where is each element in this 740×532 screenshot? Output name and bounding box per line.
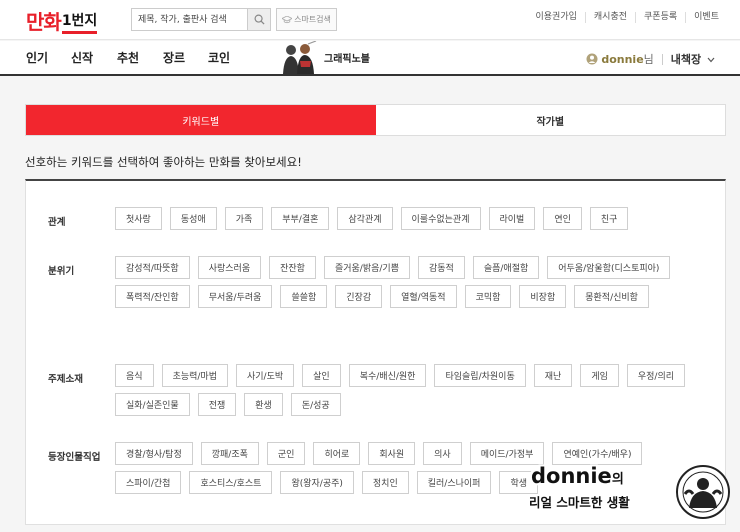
keyword-tag[interactable]: 동성애	[169, 207, 217, 230]
blog-watermark: donnie의 리얼 스마트한 생활	[527, 462, 733, 524]
link-event[interactable]: 이벤트	[685, 12, 727, 23]
keyword-tag[interactable]: 열혈/역동적	[390, 285, 457, 308]
keyword-tag[interactable]: 우정/의리	[626, 364, 686, 387]
watermark-suffix: 의	[611, 472, 624, 487]
keyword-tag[interactable]: 비장함	[519, 285, 567, 308]
category-label: 주제소재	[48, 374, 83, 385]
top-links: 이용권가입 캐시충전 쿠폰등록 이벤트	[528, 12, 728, 23]
link-coupon[interactable]: 쿠폰등록	[635, 12, 685, 23]
tab-keyword[interactable]: 키워드별	[26, 105, 376, 135]
keyword-tag[interactable]: 살인	[302, 364, 341, 387]
keyword-tag[interactable]: 긴장감	[335, 285, 383, 308]
keyword-tag[interactable]: 사랑스러움	[197, 256, 262, 279]
smart-search-button[interactable]: 스마트검색	[276, 8, 337, 31]
keyword-tag[interactable]: 삼각관계	[337, 207, 393, 230]
divider	[661, 53, 663, 65]
main-nav: 인기 신작 추천 장르 코인 그래픽노블 donnie 님 내책장	[0, 41, 740, 76]
tag-list: 첫사랑 동성애 가족 부부/결혼 삼각관계 이룰수없는관계 라이벌 연인 친구	[115, 207, 715, 230]
keyword-tag[interactable]: 킬러/스나이퍼	[416, 471, 492, 494]
keyword-tag[interactable]: 몽환적/신비함	[574, 285, 649, 308]
keyword-tag[interactable]: 친구	[589, 207, 629, 230]
keyword-tag[interactable]: 타임슬립/차원이동	[434, 364, 526, 387]
keyword-tag[interactable]: 군인	[266, 442, 306, 465]
keyword-tag[interactable]: 이룰수없는관계	[400, 207, 481, 230]
nav-recommend[interactable]: 추천	[117, 49, 139, 66]
watermark-subtitle: 리얼 스마트한 생활	[529, 495, 630, 510]
keyword-tag[interactable]: 쓸쓸함	[280, 285, 328, 308]
keyword-tag[interactable]: 게임	[580, 364, 619, 387]
keyword-tag[interactable]: 깡패/조폭	[200, 442, 259, 465]
keyword-tag[interactable]: 어두움/암울함(디스토피아)	[547, 256, 671, 279]
keyword-tag[interactable]: 환생	[244, 393, 283, 416]
search-tabs: 키워드별 작가별	[25, 104, 726, 136]
intro-text: 선호하는 키워드를 선택하여 좋아하는 만화를 찾아보세요!	[25, 155, 302, 169]
tag-list: 감성적/따뜻함 사랑스러움 잔잔함 즐거움/밝음/기쁨 감동적 슬픔/애절함 어…	[115, 256, 715, 308]
username[interactable]: donnie	[601, 53, 643, 66]
keyword-tag[interactable]: 감성적/따뜻함	[115, 256, 190, 279]
search-button[interactable]	[247, 9, 270, 30]
keyword-tag[interactable]: 호스티스/호스트	[189, 471, 273, 494]
keyword-tag[interactable]: 즐거움/밝음/기쁨	[323, 256, 410, 279]
keyword-tag[interactable]: 잔잔함	[269, 256, 316, 279]
user-avatar-icon	[586, 53, 598, 65]
mascot-badge-icon	[676, 465, 730, 519]
username-honorific: 님	[643, 53, 654, 66]
keyword-tag[interactable]: 가족	[224, 207, 264, 230]
keyword-tag[interactable]: 회사원	[368, 442, 416, 465]
keyword-tag[interactable]: 연인	[543, 207, 582, 230]
keyword-tag[interactable]: 첫사랑	[115, 207, 162, 230]
watermark-name: donnie	[531, 464, 612, 488]
site-logo[interactable]: 만화 1번지	[26, 6, 98, 34]
logo-text-sub: 1번지	[61, 11, 98, 34]
keyword-tag[interactable]: 초능력/마법	[161, 364, 228, 387]
keyword-tag[interactable]: 감동적	[418, 256, 465, 279]
keyword-tag[interactable]: 코믹함	[464, 285, 512, 308]
tab-author[interactable]: 작가별	[376, 105, 726, 135]
keyword-tag[interactable]: 라이벌	[488, 207, 536, 230]
keyword-tag[interactable]: 재난	[533, 364, 573, 387]
search-box	[131, 8, 271, 31]
category-label: 분위기	[48, 266, 75, 277]
link-subscribe[interactable]: 이용권가입	[528, 12, 585, 23]
keyword-tag[interactable]: 정치인	[361, 471, 409, 494]
nav-new[interactable]: 신작	[71, 49, 93, 66]
keyword-tag[interactable]: 부부/결혼	[271, 207, 330, 230]
nav-coin[interactable]: 코인	[208, 49, 230, 66]
graduation-cap-icon	[282, 15, 293, 23]
keyword-tag[interactable]: 실화/실존인물	[115, 393, 190, 416]
chevron-down-icon	[707, 57, 715, 63]
keyword-tag[interactable]: 전쟁	[197, 393, 237, 416]
smart-search-label: 스마트검색	[294, 15, 331, 24]
graphic-novel-label: 그래픽노블	[324, 54, 370, 65]
keyword-tag[interactable]: 무서움/두려움	[197, 285, 273, 308]
keyword-tag[interactable]: 돈/성공	[290, 393, 341, 416]
top-header: 만화 1번지 스마트검색 이용권가입 캐시충전 쿠폰등록 이벤트	[0, 0, 740, 40]
nav-popular[interactable]: 인기	[26, 49, 48, 66]
logo-text-main: 만화	[26, 10, 62, 34]
superhero-image	[278, 41, 318, 74]
search-input[interactable]	[132, 9, 246, 30]
main-content: 키워드별 작가별 선호하는 키워드를 선택하여 좋아하는 만화를 찾아보세요! …	[25, 104, 726, 525]
keyword-tag[interactable]: 의사	[423, 442, 462, 465]
category-label: 등장인물직업	[48, 452, 101, 463]
keyword-tag[interactable]: 음식	[115, 364, 154, 387]
bookshelf-link[interactable]: 내책장	[671, 51, 715, 67]
nav-genre[interactable]: 장르	[163, 49, 185, 66]
tag-list: 음식 초능력/마법 사기/도박 살인 복수/배신/원한 타임슬립/차원이동 재난…	[115, 364, 715, 416]
keyword-tag[interactable]: 경찰/형사/탐정	[115, 442, 193, 465]
keyword-tag[interactable]: 복수/배신/원한	[348, 364, 427, 387]
bookshelf-label: 내책장	[670, 53, 702, 66]
keyword-tag[interactable]: 스파이/간첩	[115, 471, 182, 494]
keyword-tag[interactable]: 히어로	[313, 442, 361, 465]
category-label: 관계	[48, 217, 66, 228]
keyword-tag[interactable]: 폭력적/잔인함	[115, 285, 190, 308]
search-icon	[254, 14, 265, 25]
keyword-tag[interactable]: 왕(왕자/공주)	[280, 471, 354, 494]
nav-graphic-novel[interactable]: 그래픽노블	[278, 41, 370, 74]
keyword-tag[interactable]: 사기/도박	[236, 364, 295, 387]
link-cash-charge[interactable]: 캐시충전	[584, 12, 635, 23]
user-area: donnie 님 내책장	[586, 51, 715, 67]
keyword-tag[interactable]: 슬픔/애절함	[472, 256, 540, 279]
watermark-title: donnie의	[531, 464, 624, 488]
